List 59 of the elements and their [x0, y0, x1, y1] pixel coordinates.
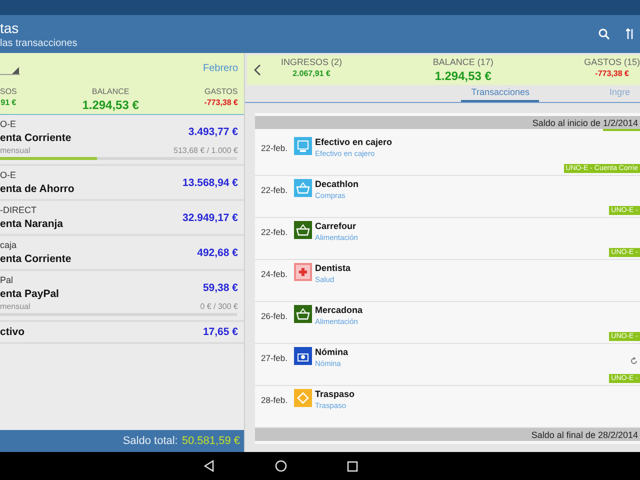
home-nav-icon[interactable]	[274, 460, 286, 472]
screen-title: tas	[0, 20, 20, 36]
summary-label: GASTOS	[204, 87, 238, 96]
account-name[interactable]: enta PayPal	[0, 288, 59, 300]
summary-value: -773,38 €	[595, 69, 629, 78]
bank-name: O-E	[0, 119, 18, 129]
opening-balance: Saldo al inicio de 1/2/2014	[255, 116, 640, 129]
account-balance: 59,38 €	[202, 282, 238, 294]
transaction-date: 24-feb.	[261, 269, 288, 279]
account-balance: 13.568,94 €	[182, 176, 238, 188]
account-name[interactable]: enta de Ahorro	[0, 183, 74, 195]
back-nav-icon[interactable]	[202, 460, 214, 472]
total-value: 50.581,59 €	[182, 435, 240, 447]
screen-subtitle: las transacciones	[0, 38, 78, 48]
transaction-title[interactable]: Mercadona	[315, 305, 640, 315]
summary-value: 91 €	[0, 98, 16, 107]
budget-label: mensual	[0, 302, 30, 311]
bank-name: -DIRECT	[0, 205, 38, 215]
transaction-title[interactable]: Traspaso	[315, 389, 640, 399]
recents-nav-icon[interactable]	[346, 460, 358, 472]
budget-reading: 0 € / 300 €	[200, 302, 238, 311]
transaction-title[interactable]: Decathlon	[315, 179, 640, 189]
closing-balance: Saldo al final de 28/2/2014	[255, 428, 640, 441]
budget-label: mensual	[0, 146, 30, 155]
summary-value: 1.294,53 €	[82, 98, 139, 112]
account-name[interactable]: enta Corriente	[0, 132, 72, 144]
transaction-title[interactable]: Efectivo en cajero	[315, 137, 640, 147]
search-icon[interactable]	[598, 28, 610, 40]
account-name[interactable]: enta Corriente	[0, 253, 72, 265]
summary-value: 2.067,91 €	[292, 69, 330, 78]
transaction-date: 28-feb.	[261, 395, 288, 405]
transaction-date: 22-feb.	[261, 227, 288, 237]
back-chevron-icon[interactable]	[253, 64, 261, 76]
summary-label: BALANCE	[92, 87, 130, 96]
summary-value: -773,38 €	[204, 98, 238, 107]
transaction-date: 27-feb.	[261, 353, 288, 363]
total-label: Saldo total:	[122, 435, 178, 447]
summary-label: BALANCE (17)	[432, 57, 494, 68]
bank-name: Pal	[0, 275, 14, 285]
transaction-title[interactable]: Dentista	[315, 263, 640, 273]
summary-label: GASTOS (15)	[584, 57, 640, 68]
summary-value: 1.294,53 €	[434, 69, 492, 84]
budget-reading: 513,68 € / 1.000 €	[174, 146, 238, 155]
transaction-date: 22-feb.	[261, 185, 288, 195]
account-balance: 32.949,17 €	[182, 212, 238, 224]
transaction-title[interactable]: Carrefour	[315, 221, 640, 231]
account-name[interactable]: ctivo	[0, 326, 25, 338]
account-name[interactable]: enta Naranja	[0, 218, 64, 230]
summary-label: INGRESOS (2)	[281, 57, 342, 68]
account-balance: 492,68 €	[197, 246, 238, 258]
transaction-title[interactable]: Nómina	[315, 347, 627, 357]
bank-name: O-E	[0, 170, 18, 180]
transaction-date: 22-feb.	[261, 143, 288, 153]
summary-label: SOS	[0, 87, 17, 96]
account-balance: 17,65 €	[202, 326, 238, 338]
transaction-date: 26-feb.	[261, 311, 288, 321]
account-balance: 3.493,77 €	[188, 126, 238, 138]
bank-name: caja	[0, 240, 18, 250]
sort-icon[interactable]	[626, 28, 634, 40]
